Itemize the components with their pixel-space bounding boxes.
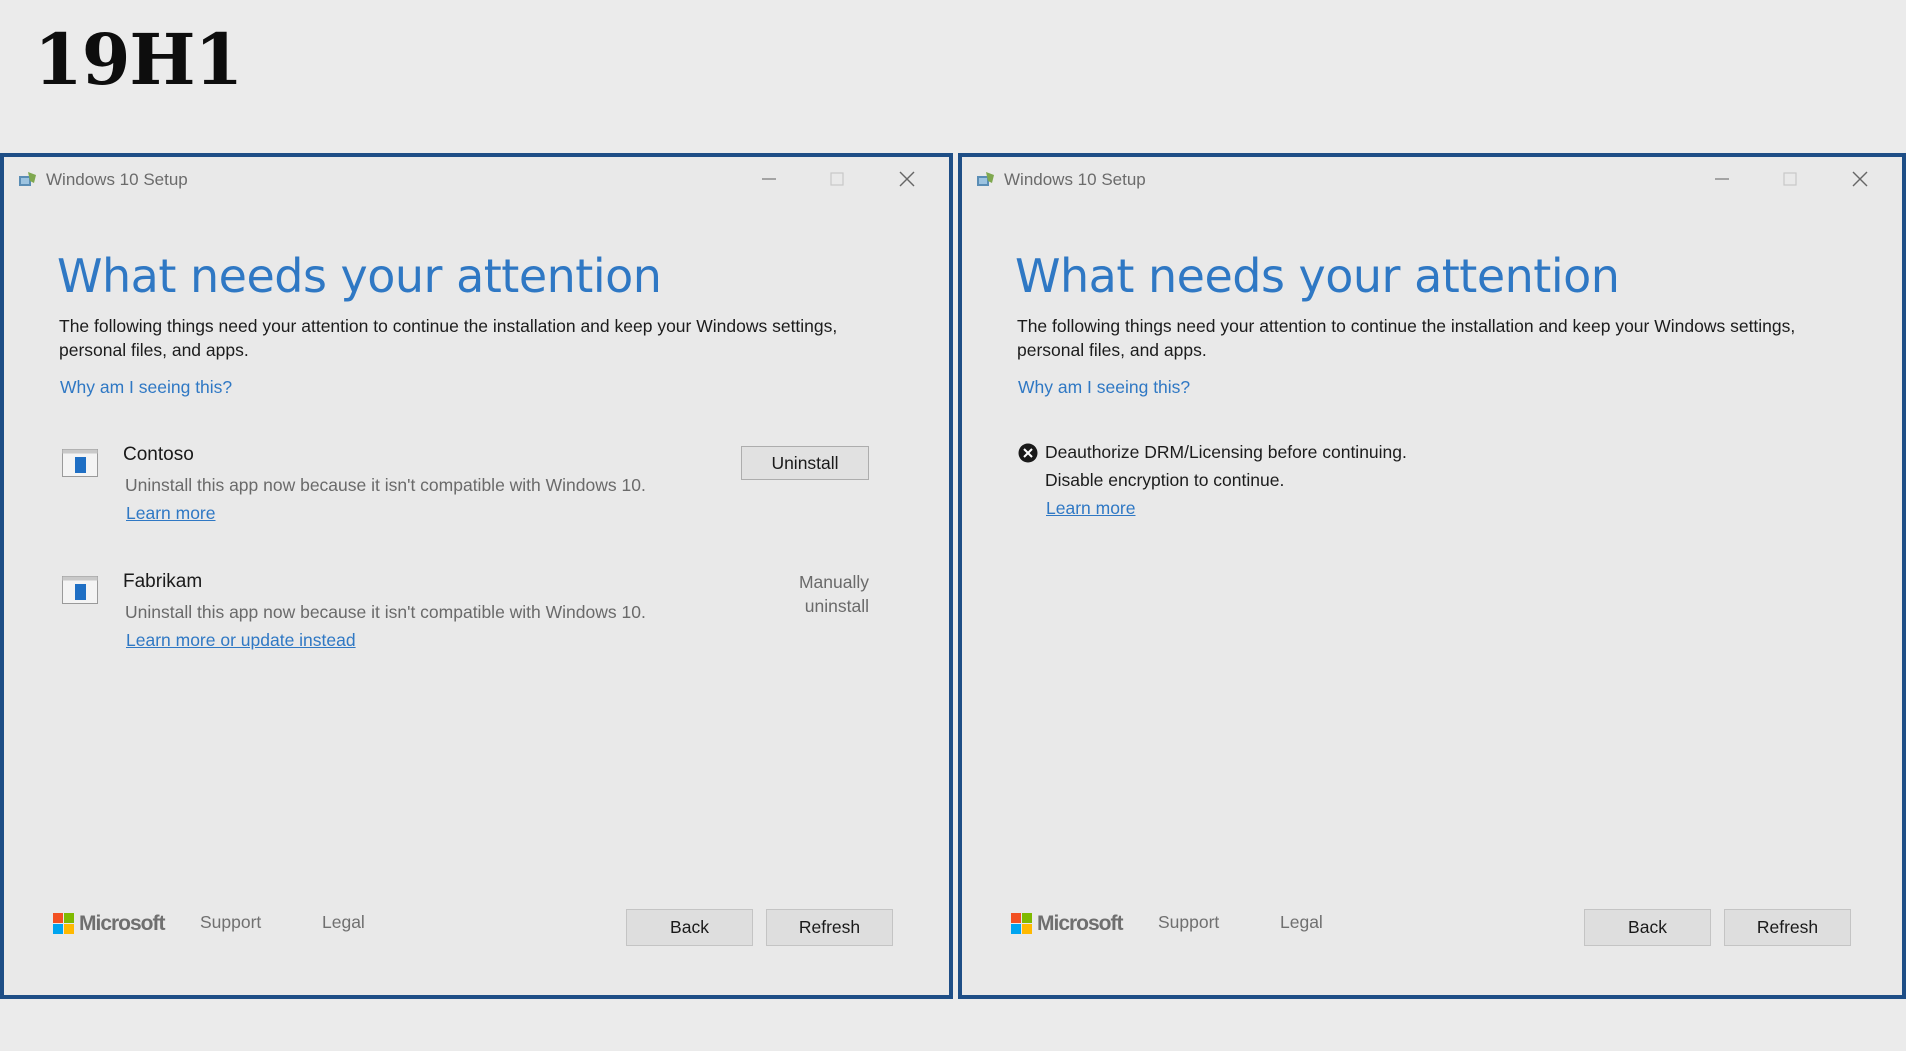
setup-app-icon <box>976 171 996 187</box>
why-am-i-seeing-this-link[interactable]: Why am I seeing this? <box>60 377 232 398</box>
app-name: Fabrikam <box>123 571 203 592</box>
title-bar[interactable]: Windows 10 Setup <box>962 157 1902 201</box>
attention-description: The following things need your attention… <box>59 316 838 360</box>
window-title: Windows 10 Setup <box>46 170 188 189</box>
attention-heading: What needs your attention <box>57 249 662 303</box>
attention-description: The following things need your attention… <box>1017 316 1796 360</box>
error-icon <box>1018 443 1038 463</box>
maximize-button[interactable] <box>817 163 857 195</box>
setup-window-apps: Windows 10 Setup What needs your attenti… <box>0 153 953 999</box>
legal-link[interactable]: Legal <box>1280 912 1323 933</box>
page-title: 19H1 <box>34 18 243 101</box>
learn-more-or-update-link[interactable]: Learn more or update instead <box>126 630 356 651</box>
uninstall-button[interactable]: Uninstall <box>741 446 869 480</box>
microsoft-wordmark: Microsoft <box>79 912 165 935</box>
attention-heading: What needs your attention <box>1015 249 1620 303</box>
support-link[interactable]: Support <box>200 912 261 933</box>
app-message: Uninstall this app now because it isn't … <box>125 602 646 622</box>
app-message: Uninstall this app now because it isn't … <box>125 475 646 495</box>
minimize-button[interactable] <box>1702 163 1742 195</box>
minimize-button[interactable] <box>749 163 789 195</box>
refresh-button[interactable]: Refresh <box>1724 909 1851 946</box>
back-button[interactable]: Back <box>1584 909 1711 946</box>
microsoft-logo: Microsoft <box>53 911 173 939</box>
setup-app-icon <box>18 171 38 187</box>
back-button[interactable]: Back <box>626 909 753 946</box>
maximize-button[interactable] <box>1770 163 1810 195</box>
support-link[interactable]: Support <box>1158 912 1219 933</box>
manual-uninstall-text: Manually uninstall <box>798 572 869 616</box>
setup-window-drm: Windows 10 Setup What needs your attenti… <box>958 153 1906 999</box>
microsoft-logo: Microsoft <box>1011 911 1131 939</box>
close-button[interactable] <box>1840 163 1880 195</box>
learn-more-link[interactable]: Learn more <box>1046 498 1136 519</box>
issue-drm-text: Deauthorize DRM/Licensing before continu… <box>1045 442 1407 462</box>
learn-more-link[interactable]: Learn more <box>126 503 216 524</box>
why-am-i-seeing-this-link[interactable]: Why am I seeing this? <box>1018 377 1190 398</box>
app-window-icon <box>62 576 98 604</box>
microsoft-wordmark: Microsoft <box>1037 912 1123 935</box>
legal-link[interactable]: Legal <box>322 912 365 933</box>
footer: Microsoft Support Legal Back Refresh <box>4 895 949 995</box>
issue-encryption-text: Disable encryption to continue. <box>1045 470 1285 490</box>
app-name: Contoso <box>123 444 194 465</box>
refresh-button[interactable]: Refresh <box>766 909 893 946</box>
window-title: Windows 10 Setup <box>1004 170 1146 189</box>
close-button[interactable] <box>887 163 927 195</box>
footer: Microsoft Support Legal Back Refresh <box>962 895 1902 995</box>
app-window-icon <box>62 449 98 477</box>
title-bar[interactable]: Windows 10 Setup <box>4 157 949 201</box>
